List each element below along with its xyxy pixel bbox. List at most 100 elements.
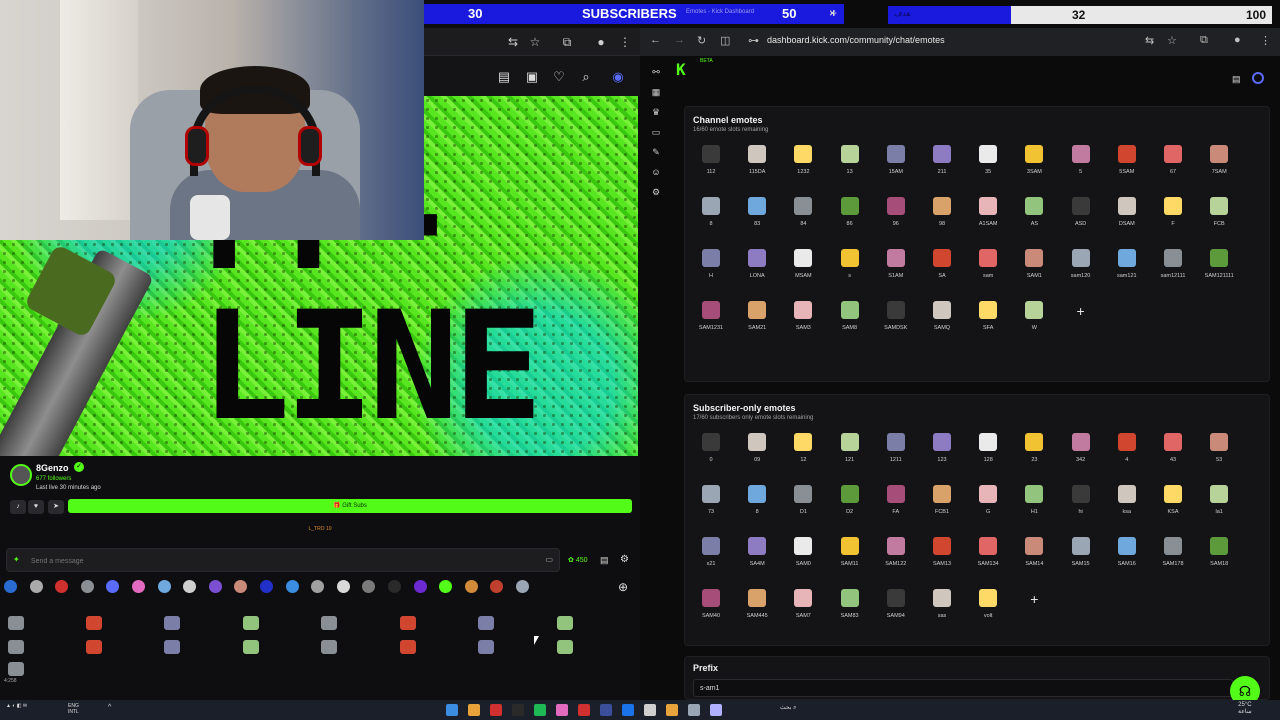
emote-tile[interactable]: 13 — [830, 145, 870, 175]
keyboard-language[interactable]: ENG INTL — [68, 703, 79, 715]
extensions-icon[interactable]: ⧉ — [560, 35, 574, 49]
emote-tile[interactable]: 53 — [1199, 433, 1239, 463]
emote-tile[interactable]: 7SAM — [1199, 145, 1239, 175]
emote-tile[interactable]: SAM445 — [737, 589, 777, 619]
tray-icons-left[interactable]: ▲ ◐ ◧ ✉ — [6, 703, 27, 709]
tray-chevron-icon[interactable]: ^ — [108, 704, 111, 711]
emote-tile[interactable]: G — [968, 485, 1008, 515]
heart-icon[interactable]: ♡ — [551, 69, 567, 85]
emote-tile[interactable]: 09 — [737, 433, 777, 463]
picker-emote[interactable] — [243, 640, 259, 654]
picker-emote[interactable] — [557, 640, 573, 654]
emote-tile[interactable]: SAM13 — [922, 537, 962, 567]
dashboard-user-avatar[interactable] — [1252, 72, 1264, 84]
emote-tile[interactable]: D1 — [783, 485, 823, 515]
emote-tile[interactable]: 211 — [922, 145, 962, 175]
emote-picker-icon[interactable]: ▭ — [545, 555, 553, 564]
emote-tile[interactable]: SAM83 — [830, 589, 870, 619]
quick-emote[interactable] — [490, 580, 504, 593]
emote-tile[interactable]: DSAM — [1107, 197, 1147, 227]
emote-tile[interactable]: 3SAM — [1014, 145, 1054, 175]
translate-icon[interactable]: ⇆ — [506, 35, 520, 49]
emote-tile[interactable]: 1211 — [876, 433, 916, 463]
emote-tile[interactable]: SAM14 — [1014, 537, 1054, 567]
tools-icon[interactable]: ✎ — [650, 146, 662, 158]
emote-tile[interactable]: 121 — [830, 433, 870, 463]
emote-tile[interactable]: MSAM — [783, 249, 823, 279]
picker-emote[interactable] — [478, 616, 494, 630]
taskbar-app-icon[interactable] — [644, 704, 656, 716]
emote-tile[interactable]: SAM1 — [1014, 249, 1054, 279]
quick-emote[interactable] — [80, 580, 94, 593]
taskbar-app-icon[interactable] — [600, 704, 612, 716]
emote-tile[interactable]: 8 — [691, 197, 731, 227]
emote-tile[interactable]: SA4M — [737, 537, 777, 567]
emote-tile[interactable]: SAM8 — [830, 301, 870, 331]
quick-emote[interactable] — [106, 580, 120, 593]
channel-points[interactable]: ✿ 450 — [568, 556, 588, 564]
emote-tile[interactable]: 84 — [783, 197, 823, 227]
picker-emote[interactable] — [164, 640, 180, 654]
emote-tile[interactable]: ASD — [1061, 197, 1101, 227]
quick-emote[interactable] — [439, 580, 453, 593]
quick-emote[interactable] — [285, 580, 299, 593]
emote-tile[interactable]: KSA — [1153, 485, 1193, 515]
emote-tile[interactable]: 5SAM — [1107, 145, 1147, 175]
globe-icon[interactable]: ⊕ — [618, 580, 628, 594]
picker-emote[interactable] — [164, 616, 180, 630]
extensions-icon-right[interactable]: ⧉ — [1200, 34, 1208, 47]
chat-emoji-icon[interactable]: ✦ — [13, 555, 20, 564]
emote-tile[interactable]: 8 — [737, 485, 777, 515]
emote-tile[interactable]: 86 — [830, 197, 870, 227]
add-emote-button[interactable]: + — [1024, 589, 1044, 609]
forward-arrow-icon[interactable]: → — [674, 34, 685, 46]
emote-tile[interactable]: s21 — [691, 537, 731, 567]
emote-tile[interactable]: 98 — [922, 197, 962, 227]
bookmark-star-icon-right[interactable]: ☆ — [1167, 34, 1177, 47]
emote-tile[interactable]: SAM11 — [830, 537, 870, 567]
emote-tile[interactable]: SAM178 — [1153, 537, 1193, 567]
emote-tile[interactable]: SAMQ — [922, 301, 962, 331]
taskbar-app-icon[interactable] — [666, 704, 678, 716]
follow-heart-icon[interactable]: ♥ — [28, 500, 44, 514]
emote-tile[interactable]: 73 — [691, 485, 731, 515]
emote-tile[interactable]: hi — [1061, 485, 1101, 515]
trophy-icon[interactable]: ♛ — [650, 106, 662, 118]
emote-tile[interactable]: 67 — [1153, 145, 1193, 175]
taskbar-app-icon[interactable] — [578, 704, 590, 716]
taskbar-clock[interactable]: 25°C ساعة — [1238, 702, 1252, 716]
emote-tile[interactable]: SFA — [968, 301, 1008, 331]
menu-dots-icon-right[interactable]: ⋮ — [1260, 34, 1271, 47]
bookmark-star-icon[interactable]: ☆ — [528, 35, 542, 49]
quick-emote[interactable] — [208, 580, 222, 593]
url-field[interactable]: dashboard.kick.com/community/chat/emotes — [767, 35, 945, 45]
quick-emote[interactable] — [55, 580, 69, 593]
quick-emote[interactable] — [234, 580, 248, 593]
emote-tile[interactable]: S1AM — [876, 249, 916, 279]
menu-dots-icon[interactable]: ⋮ — [618, 35, 632, 49]
taskbar-app-icon[interactable] — [688, 704, 700, 716]
back-arrow-icon[interactable]: ← — [650, 34, 661, 46]
quick-emote[interactable] — [183, 580, 197, 593]
profile-icon-right[interactable]: ● — [1234, 34, 1241, 46]
browser-tab-title[interactable]: Emotes - Kick Dashboard — [686, 9, 754, 15]
emote-tile[interactable]: sam12111 — [1153, 249, 1193, 279]
picker-emote[interactable] — [8, 616, 24, 630]
picker-emote[interactable] — [8, 662, 24, 676]
picker-emote[interactable] — [321, 616, 337, 630]
share-icon[interactable]: ➤ — [48, 500, 64, 514]
emote-tile[interactable]: FCB1 — [922, 485, 962, 515]
emote-tile[interactable]: SAM122 — [876, 537, 916, 567]
quick-emote[interactable] — [464, 580, 478, 593]
emote-tile[interactable]: 115DA — [737, 145, 777, 175]
emote-tile[interactable]: 96 — [876, 197, 916, 227]
emote-tile[interactable]: sas — [922, 589, 962, 619]
picker-emote[interactable] — [400, 616, 416, 630]
library-icon[interactable]: ▤ — [496, 69, 512, 85]
gift-subs-button[interactable]: 🎁 Gift Subs — [68, 499, 632, 513]
picker-emote[interactable] — [8, 640, 24, 654]
analytics-icon[interactable]: ▦ — [650, 86, 662, 98]
emote-tile[interactable]: 342 — [1061, 433, 1101, 463]
new-tab-icon[interactable]: + — [830, 6, 837, 20]
quick-emote[interactable] — [413, 580, 427, 593]
